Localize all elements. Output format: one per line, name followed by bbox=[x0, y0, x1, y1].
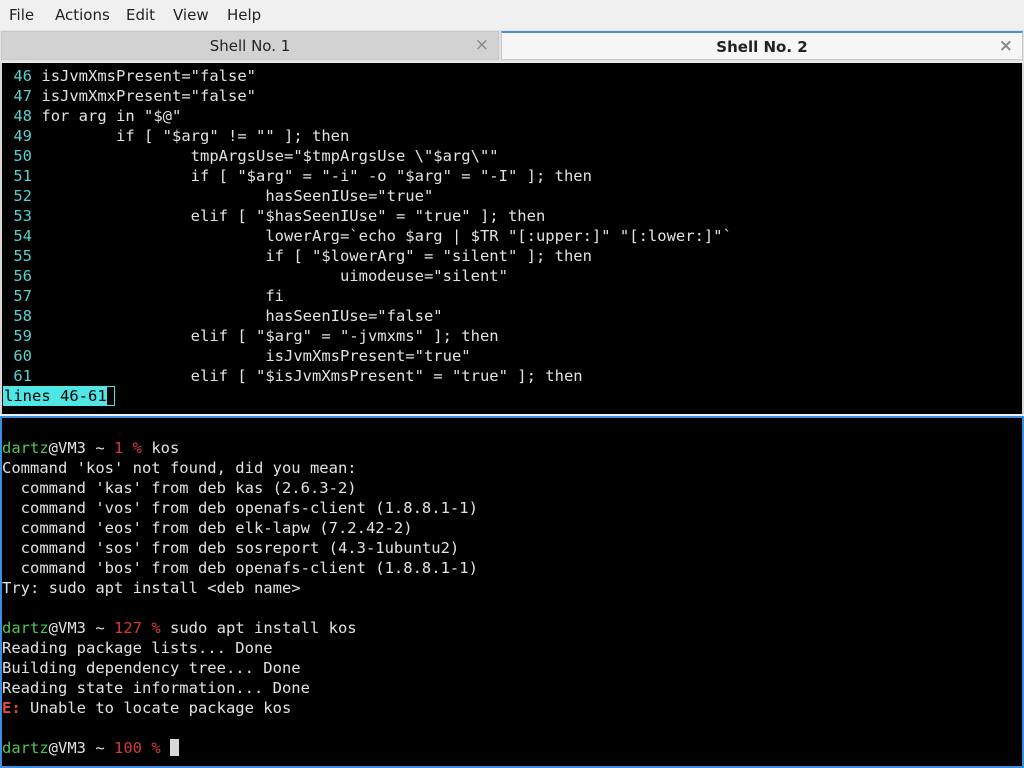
code-text: if [ "$arg" != "" ]; then bbox=[41, 127, 350, 145]
code-text: isJvmXmsPresent="false" bbox=[41, 67, 256, 85]
line-number: 49 bbox=[13, 127, 33, 145]
prompt-command bbox=[161, 739, 170, 757]
code-text: isJvmXmxPresent="false" bbox=[41, 87, 256, 105]
close-icon[interactable]: × bbox=[475, 35, 489, 55]
line-number: 46 bbox=[13, 67, 33, 85]
prompt-line: dartz@VM3 ~ 1 % kos bbox=[2, 438, 179, 458]
code-text: if [ "$arg" = "-i" -o "$arg" = "-I" ]; t… bbox=[41, 167, 592, 185]
line-number: 55 bbox=[13, 247, 33, 265]
code-line: 51 if [ "$arg" = "-i" -o "$arg" = "-I" ]… bbox=[4, 166, 592, 186]
code-text: tmpArgsUse="$tmpArgsUse \"$arg\"" bbox=[41, 147, 499, 165]
prompt-host: @VM3 ~ bbox=[48, 739, 114, 757]
code-line: 47 isJvmXmxPresent="false" bbox=[4, 86, 256, 106]
code-line: 46 isJvmXmsPresent="false" bbox=[4, 66, 256, 86]
tab-shell-2[interactable]: Shell No. 2 × bbox=[501, 31, 1023, 60]
code-line: 60 isJvmXmsPresent="true" bbox=[4, 346, 471, 366]
menu-actions[interactable]: Actions bbox=[55, 6, 110, 24]
line-number: 51 bbox=[13, 167, 33, 185]
code-text: isJvmXmsPresent="true" bbox=[41, 347, 471, 365]
prompt-host: @VM3 ~ bbox=[48, 439, 114, 457]
output-line: Try: sudo apt install <deb name> bbox=[2, 579, 301, 597]
output-line: command 'bos' from deb openafs-client (1… bbox=[2, 559, 478, 577]
prompt-user: dartz bbox=[2, 439, 49, 457]
line-number: 56 bbox=[13, 267, 33, 285]
tab-bar: Shell No. 1 × Shell No. 2 × bbox=[0, 30, 1024, 62]
close-icon[interactable]: × bbox=[999, 36, 1013, 56]
code-line: 57 fi bbox=[4, 286, 284, 306]
output-line: command 'sos' from deb sosreport (4.3-1u… bbox=[2, 539, 460, 557]
menu-view[interactable]: View bbox=[173, 6, 209, 24]
code-line: 50 tmpArgsUse="$tmpArgsUse \"$arg\"" bbox=[4, 146, 499, 166]
menu-edit[interactable]: Edit bbox=[126, 6, 155, 24]
pager-status: lines 46-61 bbox=[3, 386, 115, 406]
output-line: Command 'kos' not found, did you mean: bbox=[2, 459, 357, 477]
prompt-host: @VM3 ~ bbox=[48, 619, 114, 637]
error-prefix: E: bbox=[2, 699, 21, 717]
code-line: 54 lowerArg=`echo $arg | $TR "[:upper:]"… bbox=[4, 226, 732, 246]
code-line: 53 elif [ "$hasSeenIUse" = "true" ]; the… bbox=[4, 206, 545, 226]
prompt-command: kos bbox=[142, 439, 180, 457]
line-number: 48 bbox=[13, 107, 33, 125]
tab-label: Shell No. 1 bbox=[209, 37, 291, 55]
output-line: command 'eos' from deb elk-lapw (7.2.42-… bbox=[2, 519, 413, 537]
output-line: Reading package lists... Done bbox=[2, 639, 273, 657]
code-text: if [ "$lowerArg" = "silent" ]; then bbox=[41, 247, 592, 265]
code-text: fi bbox=[41, 287, 284, 305]
line-number: 47 bbox=[13, 87, 33, 105]
line-number: 57 bbox=[13, 287, 33, 305]
pager-status-line: lines 46-61 bbox=[3, 386, 115, 406]
output-line: Building dependency tree... Done bbox=[2, 659, 301, 677]
code-text: hasSeenIUse="false" bbox=[41, 307, 443, 325]
line-number: 59 bbox=[13, 327, 33, 345]
code-text: elif [ "$isJvmXmsPresent" = "true" ]; th… bbox=[41, 367, 583, 385]
menu-bar: File Actions Edit View Help bbox=[0, 0, 1024, 30]
code-text: hasSeenIUse="true" bbox=[41, 187, 434, 205]
line-number: 61 bbox=[13, 367, 33, 385]
output-line: command 'vos' from deb openafs-client (1… bbox=[2, 499, 478, 517]
menu-help[interactable]: Help bbox=[227, 6, 261, 24]
prompt-line: dartz@VM3 ~ 100 % bbox=[2, 738, 180, 758]
error-text: Unable to locate package kos bbox=[20, 699, 292, 717]
text-cursor bbox=[170, 739, 180, 756]
tab-label: Shell No. 2 bbox=[716, 38, 808, 56]
code-line: 59 elif [ "$arg" = "-jvmxms" ]; then bbox=[4, 326, 499, 346]
terminal-pane-top[interactable]: lines 46-61 46 isJvmXmsPresent="false" 4… bbox=[0, 63, 1024, 414]
output-line: Reading state information... Done bbox=[2, 679, 310, 697]
menu-file[interactable]: File bbox=[9, 6, 34, 24]
prompt-exit-code: 1 % bbox=[114, 439, 142, 457]
code-text: lowerArg=`echo $arg | $TR "[:upper:]" "[… bbox=[41, 227, 732, 245]
code-text: for arg in "$@" bbox=[41, 107, 182, 125]
code-line: 55 if [ "$lowerArg" = "silent" ]; then bbox=[4, 246, 592, 266]
terminal-pane-bottom[interactable]: dartz@VM3 ~ 1 % kos Command 'kos' not fo… bbox=[0, 416, 1024, 768]
code-line: 58 hasSeenIUse="false" bbox=[4, 306, 443, 326]
prompt-user: dartz bbox=[2, 619, 49, 637]
code-text: elif [ "$hasSeenIUse" = "true" ]; then bbox=[41, 207, 546, 225]
line-number: 60 bbox=[13, 347, 33, 365]
output-line: command 'kas' from deb kas (2.6.3-2) bbox=[2, 479, 357, 497]
prompt-exit-code: 100 % bbox=[114, 739, 161, 757]
code-text: uimodeuse="silent" bbox=[41, 267, 508, 285]
prompt-command: sudo apt install kos bbox=[160, 619, 357, 637]
prompt-exit-code: 127 % bbox=[114, 619, 161, 637]
code-line: 61 elif [ "$isJvmXmsPresent" = "true" ];… bbox=[4, 366, 583, 386]
line-number: 54 bbox=[13, 227, 33, 245]
error-line: E: Unable to locate package kos bbox=[2, 698, 291, 718]
code-line: 48 for arg in "$@" bbox=[4, 106, 181, 126]
prompt-user: dartz bbox=[2, 739, 49, 757]
code-line: 56 uimodeuse="silent" bbox=[4, 266, 508, 286]
code-text: elif [ "$arg" = "-jvmxms" ]; then bbox=[41, 327, 499, 345]
tab-shell-1[interactable]: Shell No. 1 × bbox=[1, 31, 499, 60]
code-line: 52 hasSeenIUse="true" bbox=[4, 186, 433, 206]
line-number: 53 bbox=[13, 207, 33, 225]
line-number: 50 bbox=[13, 147, 33, 165]
prompt-line: dartz@VM3 ~ 127 % sudo apt install kos bbox=[2, 618, 357, 638]
code-line: 49 if [ "$arg" != "" ]; then bbox=[4, 126, 349, 146]
line-number: 58 bbox=[13, 307, 33, 325]
line-number: 52 bbox=[13, 187, 33, 205]
